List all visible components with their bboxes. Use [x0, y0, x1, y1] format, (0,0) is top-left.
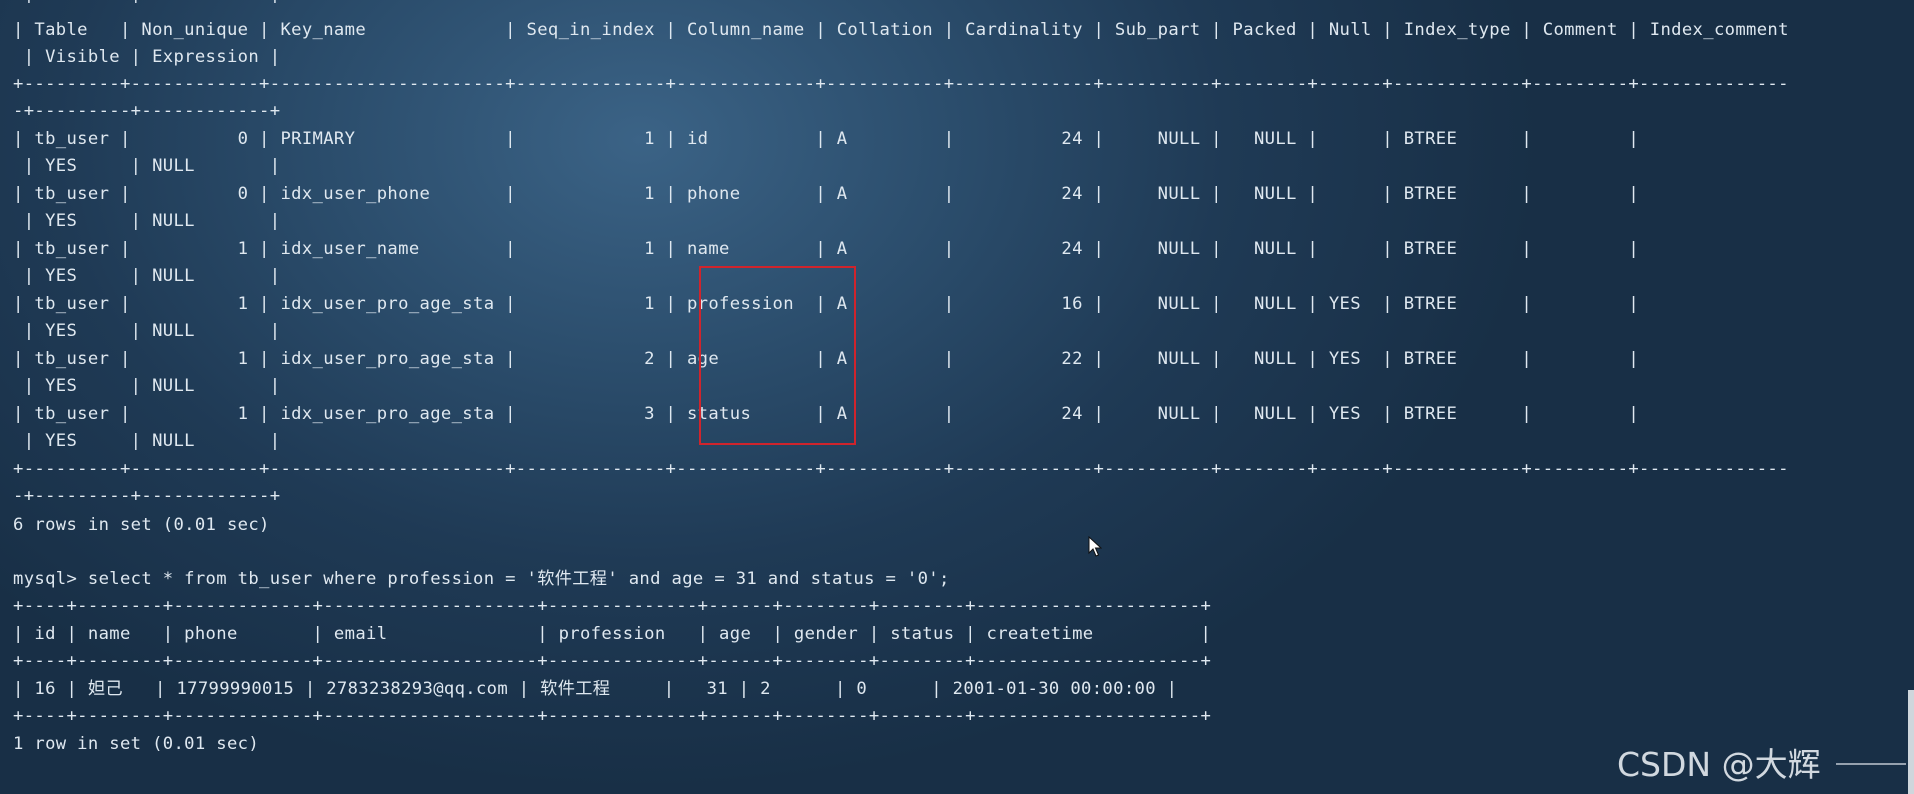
- terminal-line: -+---------+------------+: [13, 101, 281, 121]
- terminal-line: | YES | NULL |: [13, 211, 281, 231]
- watermark-rule: [1836, 763, 1906, 765]
- terminal-line: +---------+------------+----------------…: [13, 459, 1789, 479]
- watermark-text: CSDN @大辉: [1617, 745, 1821, 784]
- terminal-line: +----+--------+-------------+-----------…: [13, 651, 1212, 671]
- terminal-line: | id | name | phone | email | profession…: [13, 624, 1212, 644]
- terminal-line: | YES | NULL |: [13, 266, 281, 286]
- terminal-line: | Visible | Expression |: [13, 47, 281, 67]
- terminal-window[interactable]: -+---------+------------+ | Table | Non_…: [13, 0, 1893, 794]
- terminal-line: | tb_user | 0 | PRIMARY | 1 | id | A | 2…: [13, 129, 1640, 149]
- terminal-line: | tb_user | 1 | idx_user_name | 1 | name…: [13, 239, 1640, 259]
- terminal-line: +----+--------+-------------+-----------…: [13, 706, 1212, 726]
- terminal-line: | YES | NULL |: [13, 156, 281, 176]
- terminal-line: | YES | NULL |: [13, 321, 281, 341]
- terminal-line: -+---------+------------+: [13, 486, 281, 506]
- terminal-line: | Table | Non_unique | Key_name | Seq_in…: [13, 20, 1789, 40]
- terminal-line: mysql> select * from tb_user where profe…: [13, 569, 950, 589]
- terminal-line: +----+--------+-------------+-----------…: [13, 596, 1212, 616]
- scrollbar-thumb[interactable]: [1908, 690, 1914, 794]
- terminal-line: | tb_user | 0 | idx_user_phone | 1 | pho…: [13, 184, 1640, 204]
- column-name-highlight-box: [699, 266, 856, 445]
- terminal-line: | 16 | 妲己 | 17799990015 | 2783238293@qq.…: [13, 679, 1178, 699]
- mouse-pointer-icon: [1088, 536, 1102, 557]
- terminal-line: | YES | NULL |: [13, 431, 281, 451]
- terminal-line: | YES | NULL |: [13, 376, 281, 396]
- terminal-line: 1 row in set (0.01 sec): [13, 734, 260, 754]
- terminal-line: +---------+------------+----------------…: [13, 74, 1789, 94]
- terminal-line: 6 rows in set (0.01 sec): [13, 515, 270, 535]
- terminal-line: -+---------+------------+: [13, 0, 280, 13]
